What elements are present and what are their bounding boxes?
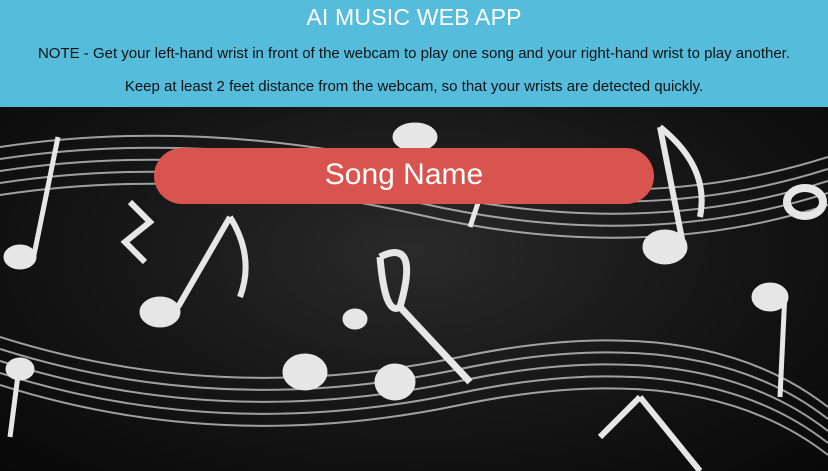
app-header: AI MUSIC WEB APP NOTE - Get your left-ha… <box>0 0 828 107</box>
page-title: AI MUSIC WEB APP <box>306 4 522 30</box>
song-name-display: Song Name <box>154 148 654 204</box>
instruction-note: NOTE - Get your left-hand wrist in front… <box>37 45 791 62</box>
distance-note: Keep at least 2 feet distance from the w… <box>124 78 704 95</box>
